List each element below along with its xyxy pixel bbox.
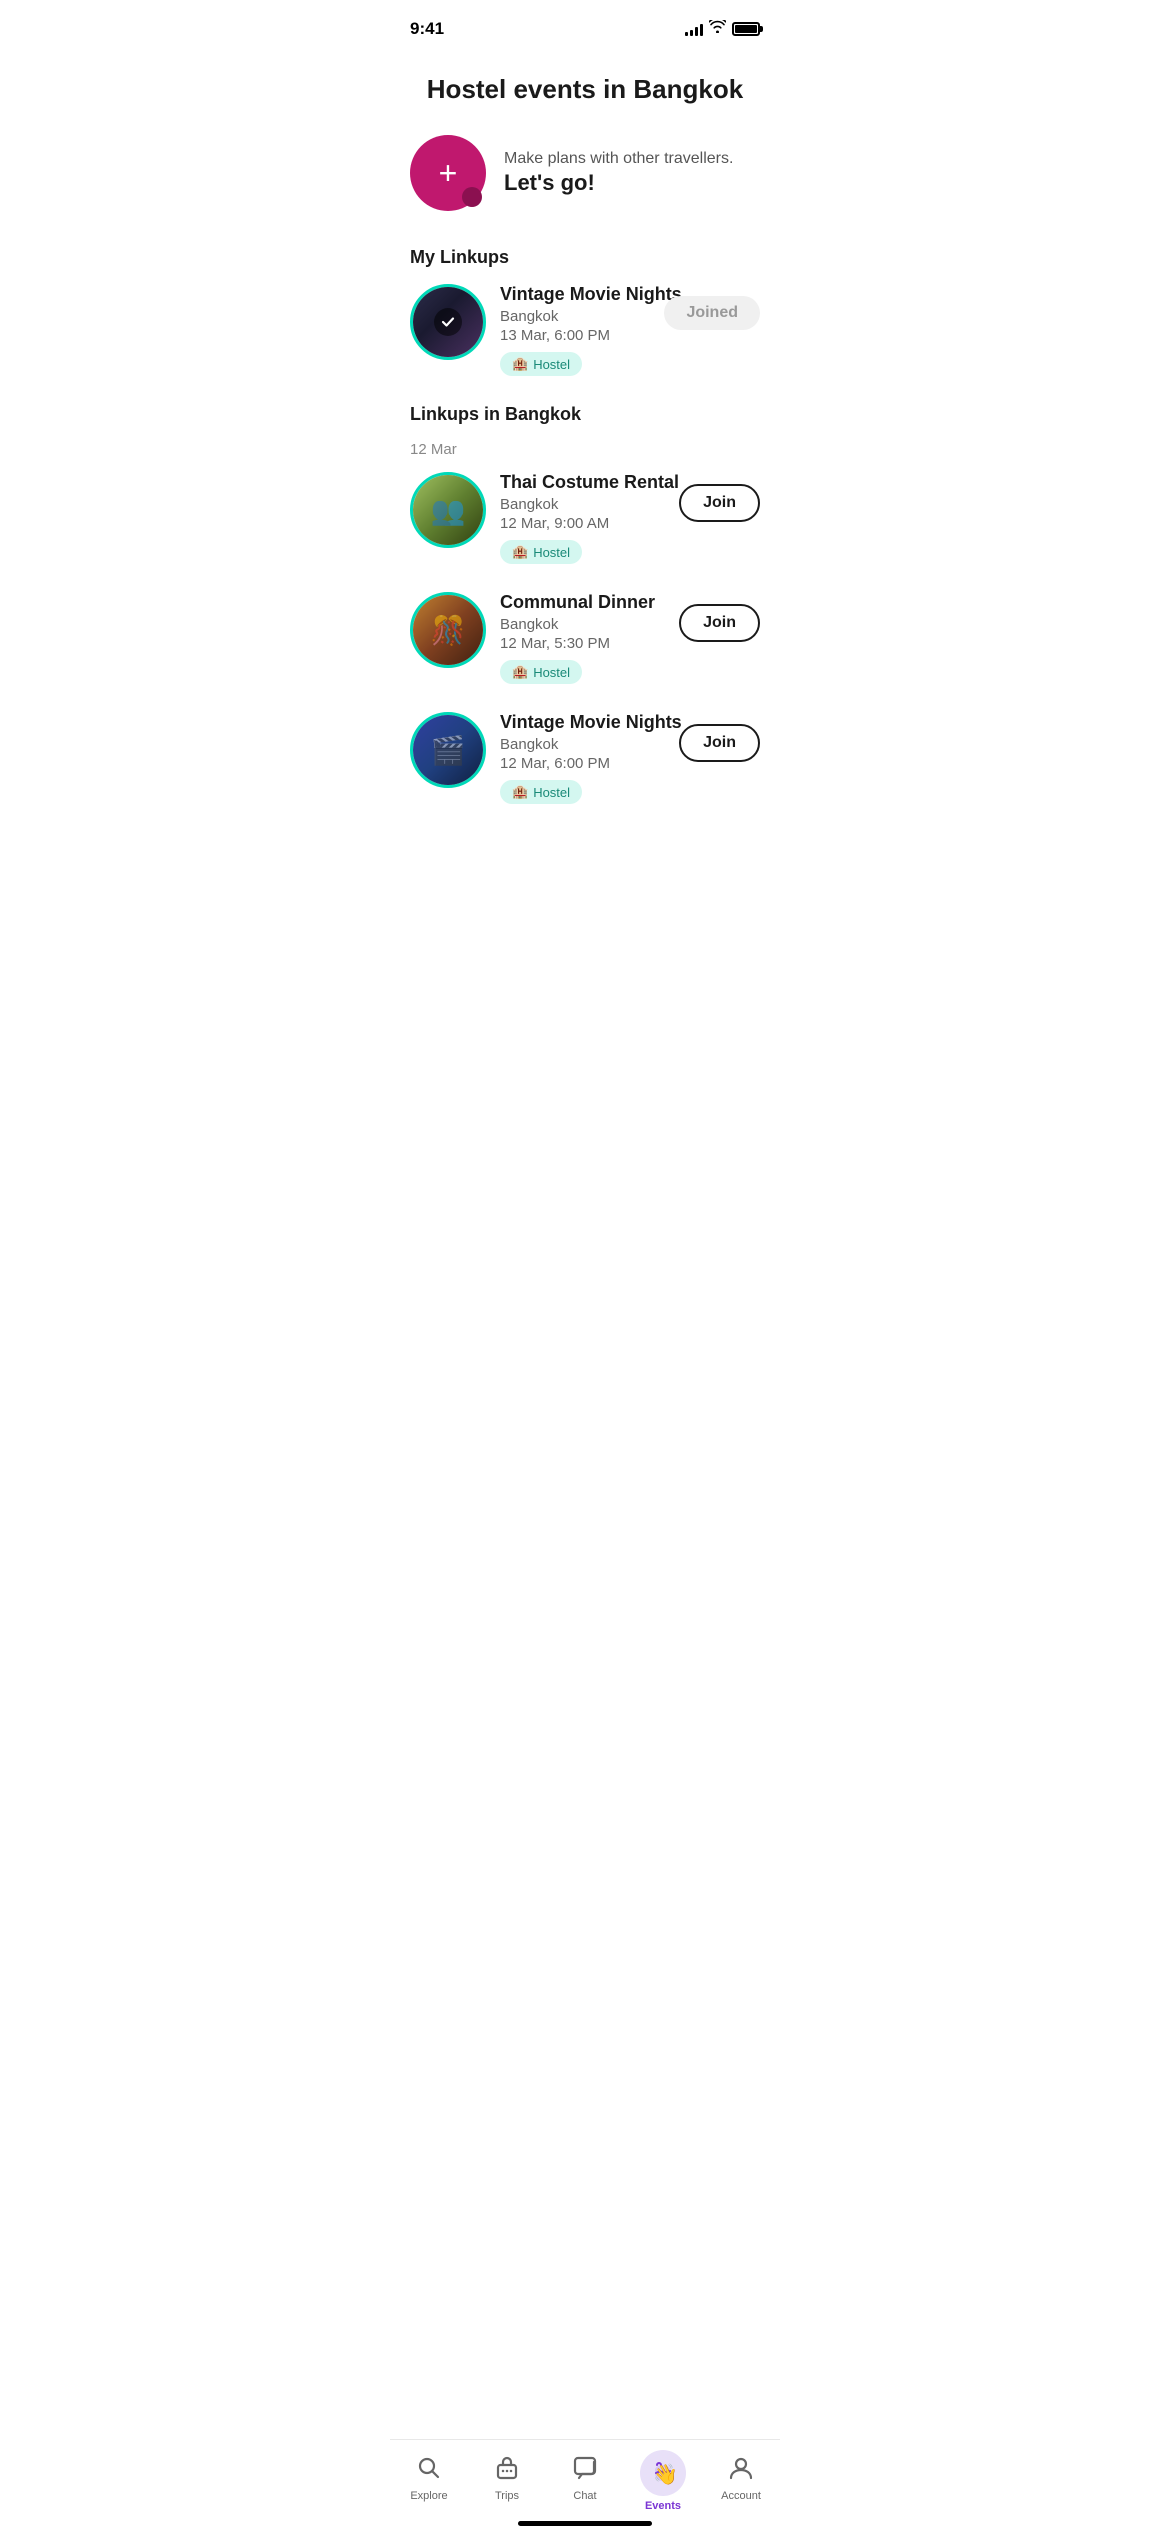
status-icons: [685, 20, 760, 38]
checkmark-overlay: [434, 308, 462, 336]
create-linkup-button[interactable]: +: [410, 135, 486, 211]
hostel-badge: 🏨 Hostel: [500, 660, 582, 684]
events-icon: 👋: [640, 2450, 686, 2496]
account-icon: [723, 2450, 759, 2486]
main-content: Hostel events in Bangkok + Make plans wi…: [390, 44, 780, 922]
badge-label: Hostel: [533, 357, 570, 372]
battery-icon: [732, 22, 760, 36]
status-time: 9:41: [410, 19, 444, 39]
badge-label: Hostel: [533, 785, 570, 800]
nav-label-events: Events: [645, 2500, 681, 2512]
event-image-vintage-joined: [410, 284, 486, 360]
hostel-icon: 🏨: [512, 664, 528, 680]
nav-label-trips: Trips: [495, 2490, 519, 2502]
nav-label-account: Account: [721, 2490, 761, 2502]
join-button[interactable]: Join: [679, 724, 760, 762]
hostel-icon: 🏨: [512, 544, 528, 560]
join-button[interactable]: Join: [679, 604, 760, 642]
nav-item-events[interactable]: 👋 Events: [633, 2450, 693, 2512]
event-image-thai-costume: 👥: [410, 472, 486, 548]
home-indicator: [518, 2521, 652, 2526]
page-title: Hostel events in Bangkok: [410, 74, 760, 105]
my-linkups-section: My Linkups Vintage Movie Nights Bangkok …: [410, 247, 760, 376]
join-button[interactable]: Join: [679, 484, 760, 522]
nav-label-explore: Explore: [410, 2490, 447, 2502]
signal-icon: [685, 22, 703, 36]
list-item: Vintage Movie Nights Bangkok 13 Mar, 6:0…: [410, 284, 760, 376]
plus-icon: +: [439, 157, 458, 189]
create-banner: + Make plans with other travellers. Let'…: [410, 135, 760, 211]
nav-item-trips[interactable]: Trips: [477, 2450, 537, 2502]
nav-item-explore[interactable]: Explore: [399, 2450, 459, 2502]
search-icon: [411, 2450, 447, 2486]
hostel-icon: 🏨: [512, 356, 528, 372]
nav-item-account[interactable]: Account: [711, 2450, 771, 2502]
trips-icon: [489, 2450, 525, 2486]
hostel-badge: 🏨 Hostel: [500, 780, 582, 804]
nav-label-chat: Chat: [573, 2490, 596, 2502]
hostel-icon: 🏨: [512, 784, 528, 800]
list-item: 🎬 Vintage Movie Nights Bangkok 12 Mar, 6…: [410, 712, 760, 804]
wifi-icon: [709, 20, 726, 38]
event-image-vintage-2: 🎬: [410, 712, 486, 788]
nav-item-chat[interactable]: Chat: [555, 2450, 615, 2502]
linkups-bangkok-header: Linkups in Bangkok: [410, 404, 760, 425]
status-bar: 9:41: [390, 0, 780, 44]
badge-label: Hostel: [533, 545, 570, 560]
bottom-nav: Explore Trips Chat: [390, 2439, 780, 2532]
badge-label: Hostel: [533, 665, 570, 680]
list-item: 👥 Thai Costume Rental Bangkok 12 Mar, 9:…: [410, 472, 760, 564]
hostel-badge: 🏨 Hostel: [500, 540, 582, 564]
date-separator: 12 Mar: [410, 441, 760, 458]
joined-button[interactable]: Joined: [664, 296, 760, 330]
create-cta: Let's go!: [504, 170, 733, 196]
linkups-bangkok-section: Linkups in Bangkok 12 Mar 👥 Thai Costume…: [410, 404, 760, 804]
hostel-badge: 🏨 Hostel: [500, 352, 582, 376]
svg-text:👋: 👋: [653, 2463, 677, 2486]
list-item: 🎊 Communal Dinner Bangkok 12 Mar, 5:30 P…: [410, 592, 760, 684]
chat-icon: [567, 2450, 603, 2486]
create-subtitle: Make plans with other travellers.: [504, 150, 733, 168]
my-linkups-header: My Linkups: [410, 247, 760, 268]
event-image-communal-dinner: 🎊: [410, 592, 486, 668]
